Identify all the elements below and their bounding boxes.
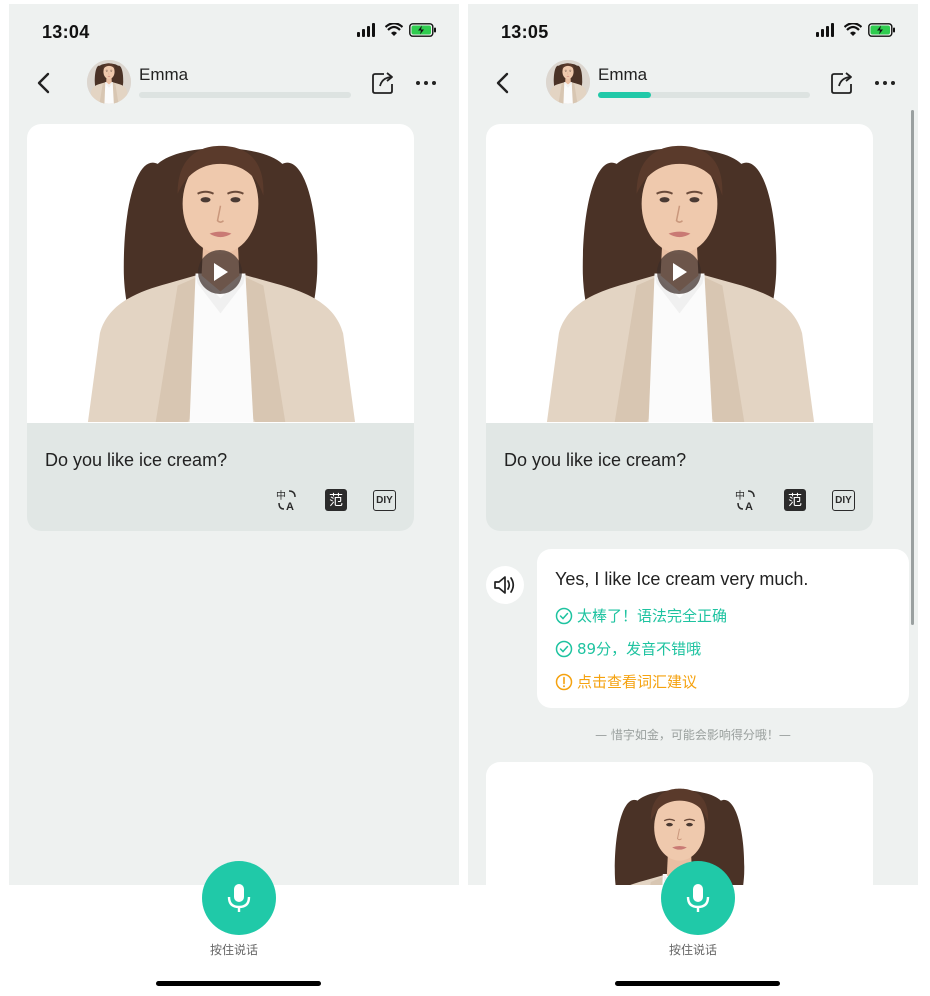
phone-screen-after: 13:05 Emma Do you like ice cream? 中 A 范 … bbox=[468, 4, 918, 996]
question-card: Do you like ice cream? 中A 范 DIY bbox=[486, 124, 873, 531]
battery-icon bbox=[868, 22, 896, 42]
grammar-feedback: 太棒了！语法完全正确 bbox=[555, 605, 727, 626]
vocab-suggestion-link[interactable]: 点击查看词汇建议 bbox=[555, 671, 697, 692]
svg-text:A: A bbox=[286, 501, 294, 512]
check-circle-icon bbox=[555, 640, 573, 657]
avatar[interactable] bbox=[87, 60, 131, 104]
wifi-icon bbox=[843, 21, 863, 42]
sample-answer-button[interactable]: 范 bbox=[325, 489, 347, 511]
phone-screen-before: 13:04 Emma Do you like ice cream? 中 A 范 … bbox=[9, 4, 459, 996]
more-icon bbox=[416, 81, 436, 85]
lesson-progress-bar bbox=[139, 92, 351, 98]
translate-icon: 中A bbox=[276, 489, 296, 512]
status-time: 13:05 bbox=[501, 22, 549, 42]
info-circle-icon bbox=[555, 673, 573, 690]
more-icon bbox=[875, 81, 895, 85]
status-bar: 13:05 bbox=[468, 4, 918, 56]
mic-icon bbox=[227, 884, 251, 912]
status-bar: 13:04 bbox=[9, 4, 459, 56]
back-button[interactable] bbox=[488, 68, 516, 98]
diy-button[interactable]: DIY bbox=[832, 489, 855, 511]
translate-icon: 中A bbox=[735, 489, 755, 512]
check-circle-icon bbox=[555, 607, 573, 624]
battery-icon bbox=[409, 22, 437, 42]
svg-text:中: 中 bbox=[735, 489, 745, 502]
lesson-progress-bar bbox=[598, 92, 810, 98]
chat-header: Emma bbox=[468, 56, 918, 116]
back-icon bbox=[496, 72, 509, 94]
playback-button[interactable] bbox=[486, 566, 524, 604]
svg-text:中: 中 bbox=[276, 489, 286, 502]
hold-to-talk-button[interactable] bbox=[202, 861, 276, 935]
pronunciation-feedback: 89分，发音不错哦 bbox=[555, 638, 701, 659]
speaker-icon bbox=[494, 576, 515, 594]
scrollbar[interactable] bbox=[911, 110, 914, 625]
status-time: 13:04 bbox=[42, 22, 90, 42]
play-icon bbox=[673, 263, 687, 281]
reply-text: Yes, I like Ice cream very much. bbox=[555, 569, 809, 589]
hint-text: — 惜字如金，可能会影响得分哦！— bbox=[595, 728, 791, 742]
home-indicator bbox=[156, 981, 321, 986]
share-icon bbox=[831, 72, 852, 94]
question-card: Do you like ice cream? 中A 范 DIY bbox=[27, 124, 414, 531]
translate-button[interactable]: 中A bbox=[734, 488, 758, 512]
question-text: Do you like ice cream? bbox=[45, 450, 228, 470]
share-button[interactable] bbox=[828, 69, 856, 97]
chat-header: Emma bbox=[9, 56, 459, 116]
back-icon bbox=[37, 72, 50, 94]
mic-label: 按住说话 bbox=[209, 943, 258, 957]
contact-name: Emma bbox=[139, 65, 189, 84]
svg-text:A: A bbox=[745, 501, 753, 512]
mic-label: 按住说话 bbox=[668, 943, 717, 957]
more-button[interactable] bbox=[411, 68, 441, 98]
home-indicator bbox=[615, 981, 780, 986]
back-button[interactable] bbox=[29, 68, 57, 98]
sample-answer-button[interactable]: 范 bbox=[784, 489, 806, 511]
translate-button[interactable]: 中A bbox=[275, 488, 299, 512]
video-player[interactable] bbox=[27, 124, 414, 423]
signal-icon bbox=[816, 22, 838, 42]
avatar[interactable] bbox=[546, 60, 590, 104]
user-reply-bubble: Yes, I like Ice cream very much. 太棒了！语法完… bbox=[537, 549, 909, 708]
video-player[interactable] bbox=[486, 124, 873, 423]
signal-icon bbox=[357, 22, 379, 42]
mic-icon bbox=[686, 884, 710, 912]
play-button[interactable] bbox=[657, 250, 701, 294]
share-button[interactable] bbox=[369, 69, 397, 97]
contact-name: Emma bbox=[598, 65, 648, 84]
diy-button[interactable]: DIY bbox=[373, 489, 396, 511]
wifi-icon bbox=[384, 21, 404, 42]
play-icon bbox=[214, 263, 228, 281]
hold-to-talk-button[interactable] bbox=[661, 861, 735, 935]
question-text: Do you like ice cream? bbox=[504, 450, 687, 470]
share-icon bbox=[372, 72, 393, 94]
more-button[interactable] bbox=[870, 68, 900, 98]
play-button[interactable] bbox=[198, 250, 242, 294]
